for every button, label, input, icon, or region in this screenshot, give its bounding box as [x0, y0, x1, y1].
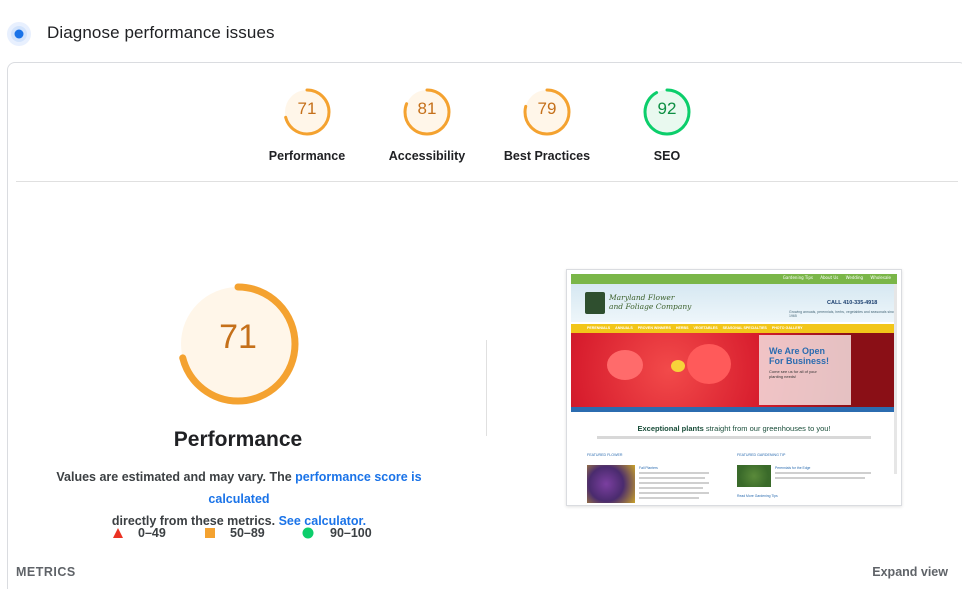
- thumb-tip-image: [737, 465, 771, 487]
- thumb-featured-tip: FEATURED GARDENING TIP: [737, 453, 786, 457]
- thumb-flower: [687, 344, 731, 384]
- thumb-toplinks: Gardening Tips About Us Wedding Wholesal…: [777, 275, 891, 280]
- thumb-text-line: [639, 487, 703, 489]
- thumb-tagline: Exceptional plants straight from our gre…: [637, 424, 831, 433]
- thumb-flower-image: [587, 465, 635, 503]
- thumb-subline: Growing annuals, perennials, herbs, vege…: [789, 310, 896, 318]
- thumb-hero-sub: Come see us for all of your planting need…: [769, 369, 817, 379]
- performance-description: Values are estimated and may vary. The p…: [30, 466, 448, 532]
- thumb-blue-bar: [571, 407, 897, 412]
- thumb-text-line: [639, 492, 709, 494]
- thumb-tip-title: Perennials for the Edge: [775, 466, 811, 470]
- gauge-performance[interactable]: 71 Performance: [252, 87, 362, 167]
- legend-range: 0–49: [138, 526, 166, 540]
- gauge-label: Performance: [268, 149, 346, 163]
- thumb-link: Wholesale: [870, 275, 891, 280]
- thumb-flower-center: [671, 360, 685, 372]
- thumb-hero-heading: We Are Open For Business!: [769, 346, 830, 366]
- thumb-text-line: [639, 477, 705, 479]
- performance-title: Performance: [173, 428, 303, 451]
- gauge-label: SEO: [653, 149, 681, 163]
- divider: [16, 181, 958, 182]
- thumb-featured-flower: FEATURED FLOWER: [587, 453, 623, 457]
- thumb-feature-title: Fall Planters: [639, 466, 658, 470]
- thumb-logo-icon: [585, 292, 605, 314]
- thumb-text-line: [775, 472, 871, 474]
- thumb-link: Gardening Tips: [782, 275, 813, 280]
- thumb-text-line: [639, 497, 699, 499]
- legend-average: 50–89: [204, 525, 274, 543]
- green-circle-icon: [302, 527, 314, 539]
- thumb-logo: Maryland Flower and Foliage Company: [609, 293, 692, 311]
- gauge-label: Best Practices: [503, 149, 591, 163]
- thumb-link: Wedding: [845, 275, 864, 280]
- legend-range: 90–100: [330, 526, 372, 540]
- performance-score: 71: [219, 318, 257, 356]
- legend-pass: 90–100: [302, 525, 378, 543]
- expand-view-toggle[interactable]: Expand view: [872, 565, 948, 579]
- metrics-heading: METRICS: [16, 565, 76, 579]
- thumb-read-more: Read More Gardening Tips: [737, 494, 778, 498]
- gauge-best-practices[interactable]: 79 Best Practices: [492, 87, 602, 167]
- thumb-call: CALL 410-335-4918: [827, 300, 878, 306]
- gauge-seo[interactable]: 92 SEO: [612, 87, 722, 167]
- thumb-tagline-sub: [597, 436, 871, 439]
- gauge-label: Accessibility: [388, 149, 466, 163]
- score-gauges: 71 Performance 81 Accessibility 79 Best …: [0, 0, 962, 182]
- thumb-scrollbar: [894, 284, 897, 474]
- desc-text-1: Values are estimated and may vary. The: [56, 470, 296, 484]
- gauge-score: 71: [297, 99, 317, 118]
- thumb-link: About Us: [820, 275, 839, 280]
- gauge-score: 81: [417, 99, 437, 118]
- thumb-text-line: [639, 482, 709, 484]
- legend-fail: 0–49: [112, 525, 172, 543]
- thumb-text-line: [639, 472, 709, 474]
- thumb-text-line: [775, 477, 865, 479]
- thumb-flower: [607, 350, 643, 380]
- orange-square-icon: [205, 528, 215, 538]
- red-triangle-icon: [113, 528, 123, 538]
- thumb-nav-items: PERENNIALS ANNUALS PROVEN WINNERS HERBS VEGE…: [587, 326, 803, 330]
- vertical-separator: [486, 340, 487, 436]
- page-screenshot: Gardening Tips About Us Wedding Wholesal…: [566, 269, 902, 506]
- gauge-accessibility[interactable]: 81 Accessibility: [372, 87, 482, 167]
- gauge-score: 79: [537, 99, 557, 118]
- gauge-score: 92: [657, 99, 677, 118]
- legend-range: 50–89: [230, 526, 265, 540]
